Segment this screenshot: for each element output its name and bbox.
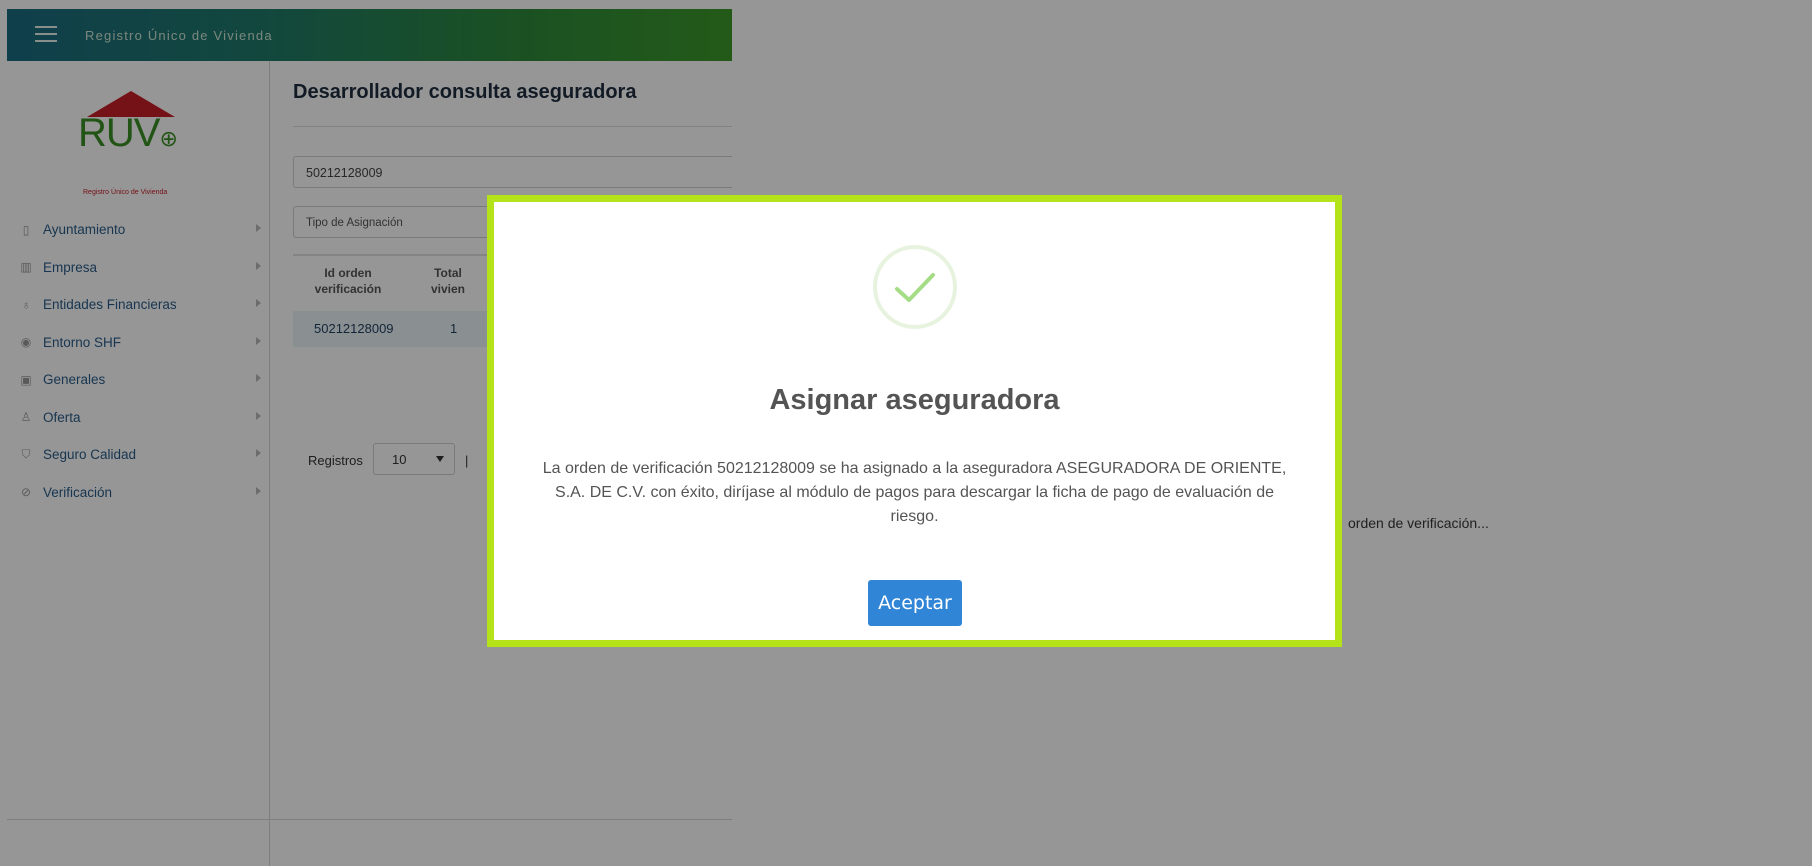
- success-dialog: Asignar aseguradora La orden de verifica…: [487, 195, 1342, 647]
- success-check-icon: [873, 245, 957, 329]
- dialog-title: Asignar aseguradora: [769, 384, 1060, 416]
- accept-button[interactable]: Aceptar: [868, 580, 962, 626]
- background-hint-text: orden de verificación...: [1348, 515, 1489, 531]
- dialog-message: La orden de verificación 50212128009 se …: [542, 460, 1287, 525]
